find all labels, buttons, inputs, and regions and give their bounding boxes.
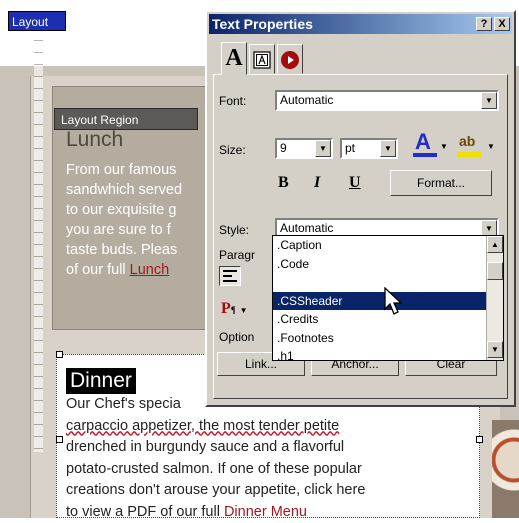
options-label: Option	[219, 330, 254, 344]
dinner-menu-link[interactable]: Dinner Menu	[224, 504, 307, 520]
dialog-title: Text Properties	[212, 16, 313, 32]
style-option[interactable]: .Code	[273, 255, 503, 274]
lunch-text: From our famous sandwhich served to our …	[66, 162, 182, 278]
dropdown-scrollbar[interactable]: ▲ ▼	[486, 236, 503, 360]
lunch-paragraph[interactable]: From our famous sandwhich served to our …	[66, 160, 211, 280]
vertical-ruler	[34, 22, 43, 452]
chevron-down-icon[interactable]: ▼	[440, 142, 448, 151]
font-value: Automatic	[280, 93, 333, 107]
highlight-button[interactable]: ab	[457, 132, 483, 158]
lunch-heading[interactable]: Lunch	[66, 128, 123, 152]
italic-button[interactable]: I	[314, 174, 320, 192]
layout-region-label: Layout Region	[54, 108, 198, 130]
tab-text-box[interactable]	[249, 44, 275, 74]
chevron-down-icon[interactable]: ▼	[487, 142, 495, 151]
dinner-heading[interactable]: Dinner	[66, 368, 136, 394]
font-color-button[interactable]: A	[413, 132, 439, 158]
dinner-line: to view a PDF of our full Dinner Menu	[66, 502, 476, 523]
spellcheck-word: carpaccio appetizer, the most tender pet…	[66, 418, 339, 434]
align-left-button[interactable]	[219, 266, 241, 286]
font-color-swatch	[413, 153, 437, 157]
chevron-down-icon[interactable]: ▼	[315, 140, 331, 157]
highlight-swatch	[457, 152, 481, 157]
lunch-menu-link[interactable]: Lunch	[130, 262, 170, 278]
style-option[interactable]: .h1	[273, 347, 503, 366]
tab-text[interactable]: A	[221, 42, 247, 75]
bold-button[interactable]: B	[278, 174, 289, 192]
help-button[interactable]: ?	[476, 17, 492, 31]
format-button[interactable]: Format...	[390, 170, 492, 196]
chevron-down-icon[interactable]: ▼	[380, 140, 396, 157]
mouse-cursor-icon	[384, 287, 404, 317]
dinner-line: carpaccio appetizer, the most tender pet…	[66, 416, 476, 438]
style-value: Automatic	[280, 221, 333, 235]
size-unit-value: pt	[345, 141, 355, 155]
resize-handle[interactable]	[476, 436, 483, 443]
record-icon	[280, 50, 300, 70]
size-select[interactable]: 9 ▼	[275, 138, 333, 159]
close-button[interactable]: X	[494, 17, 510, 31]
scroll-up-icon[interactable]: ▲	[487, 236, 503, 253]
dinner-line: creations don't arouse your appetite, cl…	[66, 480, 476, 502]
chevron-down-icon[interactable]: ▼	[481, 92, 497, 109]
align-left-icon	[223, 270, 237, 282]
style-option[interactable]: .Caption	[273, 236, 503, 255]
food-photo	[492, 420, 519, 518]
font-color-icon: A	[415, 129, 431, 155]
size-value: 9	[280, 141, 287, 155]
size-unit-select[interactable]: pt ▼	[340, 138, 398, 159]
layout-tab[interactable]: Layout	[8, 11, 66, 31]
paragraph-label: Paragr	[219, 248, 255, 262]
highlighter-icon: ab	[459, 133, 475, 149]
dinner-line-text: to view a PDF of our full	[66, 504, 224, 520]
tab-hide-when[interactable]	[277, 44, 303, 74]
scroll-down-icon[interactable]: ▼	[487, 341, 503, 358]
underline-button[interactable]: U	[349, 174, 361, 192]
scroll-thumb[interactable]	[487, 262, 503, 280]
dinner-paragraph[interactable]: Our Chef's specia carpaccio appetizer, t…	[66, 394, 476, 523]
resize-handle[interactable]	[56, 436, 63, 443]
style-label: Style:	[219, 223, 249, 237]
dinner-line: potato-crusted salmon. If one of these p…	[66, 459, 476, 481]
size-label: Size:	[219, 143, 246, 157]
font-label: Font:	[219, 94, 246, 108]
style-option[interactable]: .Footnotes	[273, 329, 503, 348]
dialog-titlebar[interactable]: Text Properties ? X	[209, 14, 512, 34]
resize-handle[interactable]	[56, 351, 63, 358]
font-select[interactable]: Automatic ▼	[275, 90, 499, 111]
paragraph-style-button[interactable]: P¶ ▼	[221, 300, 248, 318]
dinner-line: drenched in burgundy sauce and a flavorf…	[66, 437, 476, 459]
text-box-icon	[253, 51, 271, 69]
